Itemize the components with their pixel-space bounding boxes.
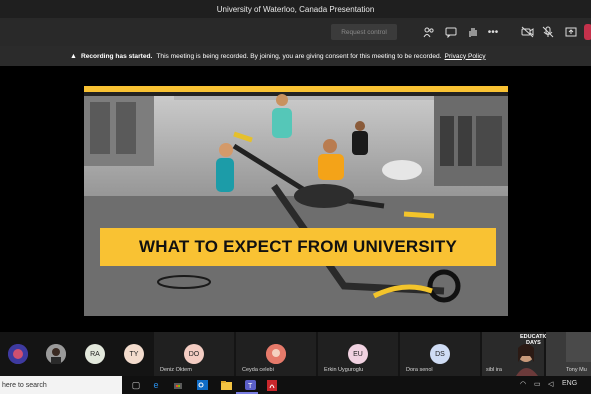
request-control-button[interactable]: Request control <box>331 24 397 40</box>
chat-icon[interactable] <box>443 24 459 40</box>
participant-name: sibl ira <box>486 367 502 373</box>
volume-icon[interactable]: ◁ <box>548 380 553 388</box>
people-icon[interactable] <box>421 24 437 40</box>
participant-tile[interactable] <box>0 332 38 376</box>
avatar: DO <box>184 344 204 364</box>
participant-tile[interactable] <box>38 332 76 376</box>
warning-icon: ▲ <box>70 52 77 60</box>
network-icon[interactable]: ◠ <box>520 380 526 388</box>
participant-video-tile[interactable]: Tony Mu <box>546 332 591 376</box>
participant-name: Deniz Oktem <box>160 367 192 373</box>
participant-tile[interactable]: Ceyda celebi <box>236 332 316 376</box>
participant-tile[interactable]: EU Erkin Uyguroglu <box>318 332 398 376</box>
window-title-bar: University of Waterloo, Canada Presentat… <box>0 0 591 18</box>
participant-name: Dora senol <box>406 367 433 373</box>
mic-off-icon[interactable] <box>540 24 556 40</box>
privacy-policy-link[interactable]: Privacy Policy <box>445 53 486 60</box>
task-view-icon[interactable]: ▢ <box>130 379 142 391</box>
explorer-icon[interactable] <box>220 379 232 391</box>
participant-tile[interactable]: DS Dora senol <box>400 332 480 376</box>
camera-off-icon[interactable] <box>519 24 535 40</box>
taskbar-search-input[interactable]: here to search <box>0 376 122 394</box>
participant-tile[interactable]: RA <box>76 332 114 376</box>
battery-icon[interactable]: ▭ <box>534 380 541 388</box>
edge-icon[interactable]: e <box>150 379 162 391</box>
more-icon[interactable]: ••• <box>485 24 501 40</box>
outlook-icon[interactable] <box>196 379 208 391</box>
raise-hand-icon[interactable] <box>465 24 481 40</box>
leave-icon[interactable] <box>584 24 591 40</box>
banner-message: This meeting is being recorded. By joini… <box>156 52 442 60</box>
participant-name: Ceyda celebi <box>242 367 274 373</box>
language-icon[interactable]: ENG <box>562 380 577 387</box>
participant-tile[interactable]: TY <box>114 332 154 376</box>
avatar <box>46 344 66 364</box>
recording-banner: ▲ Recording has started. This meeting is… <box>0 46 591 66</box>
avatar <box>8 344 28 364</box>
teams-icon[interactable]: T <box>244 379 256 391</box>
slide-photo <box>84 86 508 316</box>
meeting-toolbar: Request control ••• <box>0 18 591 46</box>
participant-name: Tony Mu <box>566 367 587 373</box>
avatar: TY <box>124 344 144 364</box>
pdf-icon[interactable] <box>266 379 278 391</box>
participant-name: Erkin Uyguroglu <box>324 367 364 373</box>
store-icon[interactable] <box>172 379 184 391</box>
avatar <box>266 344 286 364</box>
banner-heading: Recording has started. <box>80 52 153 60</box>
participant-tile[interactable]: DO Deniz Oktem <box>154 332 234 376</box>
svg-text:T: T <box>248 383 253 390</box>
avatar: DS <box>430 344 450 364</box>
share-icon[interactable] <box>563 24 579 40</box>
avatar: RA <box>85 344 105 364</box>
shared-slide: WHAT TO EXPECT FROM UNIVERSITY <box>84 86 508 316</box>
slide-headline: WHAT TO EXPECT FROM UNIVERSITY <box>100 228 496 266</box>
taskbar: here to search ▢ e T ◠ ▭ ◁ ENG <box>0 376 591 394</box>
participants-strip: RA TY DO Deniz Oktem Ceyda celebi EU Erk… <box>0 332 591 376</box>
participant-video-tile[interactable]: sibl ira EDUCATION DAYS <box>482 332 552 376</box>
avatar: EU <box>348 344 368 364</box>
window-title: University of Waterloo, Canada Presentat… <box>216 4 375 14</box>
